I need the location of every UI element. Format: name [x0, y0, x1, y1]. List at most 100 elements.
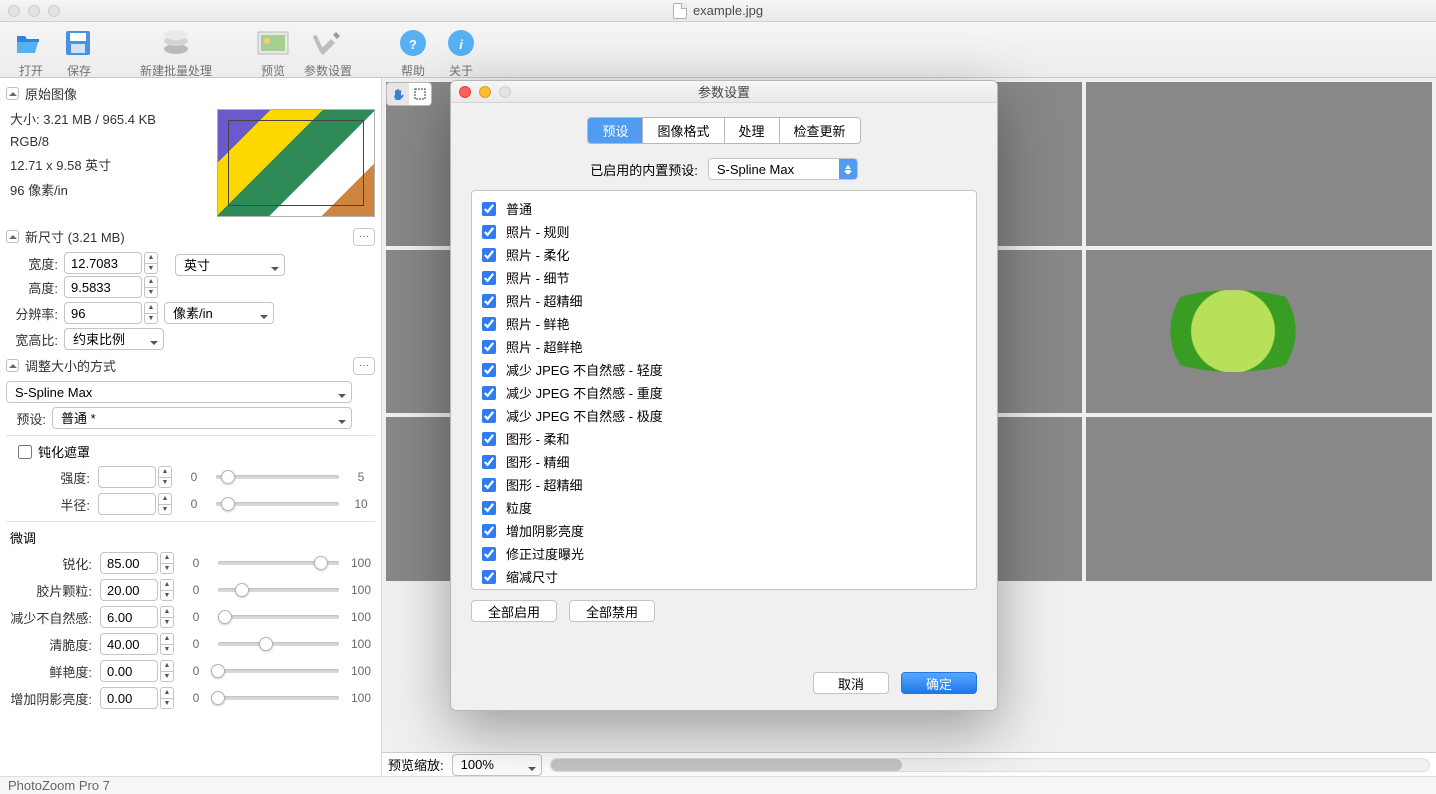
intensity-stepper[interactable]: ▲▼ [158, 466, 172, 488]
preset-checkbox[interactable] [482, 524, 496, 538]
param-stepper[interactable]: ▲▼ [160, 606, 174, 628]
preset-item[interactable]: 图形 - 超精细 [480, 473, 968, 496]
preset-checkbox[interactable] [482, 340, 496, 354]
param-stepper[interactable]: ▲▼ [160, 687, 174, 709]
preset-checkbox[interactable] [482, 386, 496, 400]
resolution-stepper[interactable]: ▲▼ [144, 302, 158, 324]
preset-item[interactable]: 图形 - 精细 [480, 450, 968, 473]
preset-checkbox[interactable] [482, 501, 496, 515]
preset-checkbox[interactable] [482, 455, 496, 469]
param-stepper[interactable]: ▲▼ [160, 660, 174, 682]
preset-item[interactable]: 照片 - 鲜艳 [480, 312, 968, 335]
param-slider[interactable] [218, 635, 339, 653]
intensity-input[interactable] [98, 466, 156, 488]
radius-input[interactable] [98, 493, 156, 515]
preset-item[interactable]: 照片 - 规则 [480, 220, 968, 243]
preset-item[interactable]: 普通 [480, 197, 968, 220]
preset-checkbox[interactable] [482, 294, 496, 308]
intensity-slider[interactable] [216, 468, 339, 486]
radius-stepper[interactable]: ▲▼ [158, 493, 172, 515]
zoom-select[interactable]: 100% [452, 754, 542, 776]
dialog-minimize-icon[interactable] [479, 86, 491, 98]
preset-item[interactable]: 照片 - 超精细 [480, 289, 968, 312]
cancel-button[interactable]: 取消 [813, 672, 889, 694]
horizontal-scrollbar[interactable] [550, 758, 1430, 772]
preset-checkbox[interactable] [482, 202, 496, 216]
preset-checkbox[interactable] [482, 547, 496, 561]
thumbnail-preview[interactable] [217, 109, 375, 217]
preset-listbox[interactable]: 普通照片 - 规则照片 - 柔化照片 - 细节照片 - 超精细照片 - 鲜艳照片… [471, 190, 977, 590]
resolution-input[interactable] [64, 302, 142, 324]
height-stepper[interactable]: ▲▼ [144, 276, 158, 298]
disable-all-button[interactable]: 全部禁用 [569, 600, 655, 622]
minimize-window-icon[interactable] [28, 5, 40, 17]
param-stepper[interactable]: ▲▼ [160, 552, 174, 574]
close-window-icon[interactable] [8, 5, 20, 17]
unit-select[interactable]: 英寸 [175, 254, 285, 276]
preset-item[interactable]: 照片 - 柔化 [480, 243, 968, 266]
dialog-close-icon[interactable] [459, 86, 471, 98]
dialog-tab[interactable]: 图像格式 [643, 118, 724, 143]
preview-button[interactable]: 预览 [250, 26, 296, 81]
param-slider[interactable] [218, 581, 339, 599]
dialog-tab[interactable]: 预设 [588, 118, 643, 143]
height-input[interactable] [64, 276, 142, 298]
preset-checkbox[interactable] [482, 478, 496, 492]
radius-slider[interactable] [216, 495, 339, 513]
preview-tile[interactable] [1086, 250, 1432, 414]
disclosure-method[interactable] [6, 359, 19, 372]
param-slider[interactable] [218, 554, 339, 572]
hand-tool-icon[interactable] [387, 83, 409, 105]
aspect-select[interactable]: 约束比例 [64, 328, 164, 350]
preset-checkbox[interactable] [482, 363, 496, 377]
disclosure-original[interactable] [6, 87, 19, 100]
preset-item[interactable]: 粒度 [480, 496, 968, 519]
preset-item[interactable]: 缩减尺寸 [480, 565, 968, 588]
param-input[interactable] [100, 606, 158, 628]
unsharp-checkbox[interactable] [18, 445, 32, 459]
dialog-tab[interactable]: 处理 [725, 118, 780, 143]
zoom-window-icon[interactable] [48, 5, 60, 17]
ok-button[interactable]: 确定 [901, 672, 977, 694]
preset-checkbox[interactable] [482, 225, 496, 239]
enable-all-button[interactable]: 全部启用 [471, 600, 557, 622]
param-stepper[interactable]: ▲▼ [160, 633, 174, 655]
width-stepper[interactable]: ▲▼ [144, 252, 158, 274]
param-input[interactable] [100, 660, 158, 682]
preset-checkbox[interactable] [482, 409, 496, 423]
preset-checkbox[interactable] [482, 248, 496, 262]
settings-button[interactable]: 参数设置 [298, 26, 358, 81]
preset-select[interactable]: 普通 * [52, 407, 352, 429]
dialog-tab[interactable]: 检查更新 [780, 118, 860, 143]
preset-checkbox[interactable] [482, 570, 496, 584]
preview-tile[interactable] [1086, 417, 1432, 581]
preset-item[interactable]: 修正过度曝光 [480, 542, 968, 565]
param-input[interactable] [100, 579, 158, 601]
param-input[interactable] [100, 552, 158, 574]
builtin-preset-select[interactable]: S-Spline Max [708, 158, 858, 180]
resolution-unit-select[interactable]: 像素/in [164, 302, 274, 324]
method-options-button[interactable]: ··· [353, 357, 375, 375]
preview-tile[interactable] [1086, 82, 1432, 246]
preset-checkbox[interactable] [482, 432, 496, 446]
disclosure-newsize[interactable] [6, 230, 19, 243]
preset-item[interactable]: 照片 - 细节 [480, 266, 968, 289]
preset-item[interactable]: 图形 - 柔和 [480, 427, 968, 450]
newsize-options-button[interactable]: ··· [353, 228, 375, 246]
param-slider[interactable] [218, 608, 339, 626]
preset-checkbox[interactable] [482, 271, 496, 285]
param-input[interactable] [100, 687, 158, 709]
param-slider[interactable] [218, 662, 339, 680]
save-button[interactable]: 保存 [56, 26, 102, 81]
preset-item[interactable]: 减少 JPEG 不自然感 - 极度 [480, 404, 968, 427]
help-button[interactable]: ? 帮助 [390, 26, 436, 81]
param-input[interactable] [100, 633, 158, 655]
about-button[interactable]: i 关于 [438, 26, 484, 81]
preset-item[interactable]: 照片 - 超鲜艳 [480, 335, 968, 358]
param-stepper[interactable]: ▲▼ [160, 579, 174, 601]
preset-item[interactable]: 减少 JPEG 不自然感 - 重度 [480, 381, 968, 404]
open-button[interactable]: 打开 [8, 26, 54, 81]
new-batch-button[interactable]: 新建批量处理 [134, 26, 218, 81]
preset-checkbox[interactable] [482, 317, 496, 331]
method-select[interactable]: S-Spline Max [6, 381, 352, 403]
